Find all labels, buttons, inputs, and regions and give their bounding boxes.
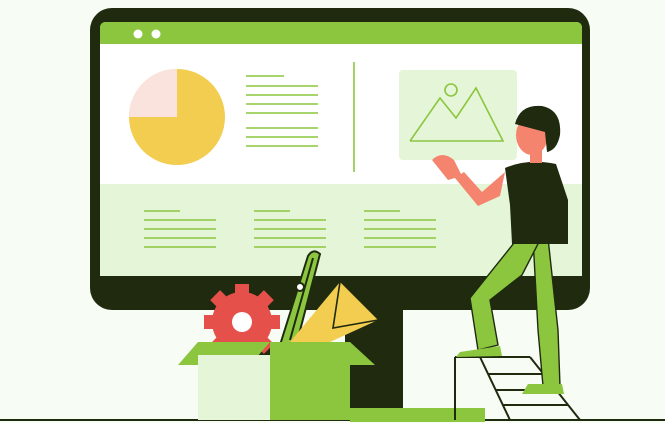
illustration-scene	[0, 0, 665, 423]
illustration-svg	[0, 8, 665, 422]
pie-chart-icon	[129, 69, 225, 165]
image-placeholder-icon	[399, 70, 517, 160]
window-title-bar	[100, 22, 582, 44]
